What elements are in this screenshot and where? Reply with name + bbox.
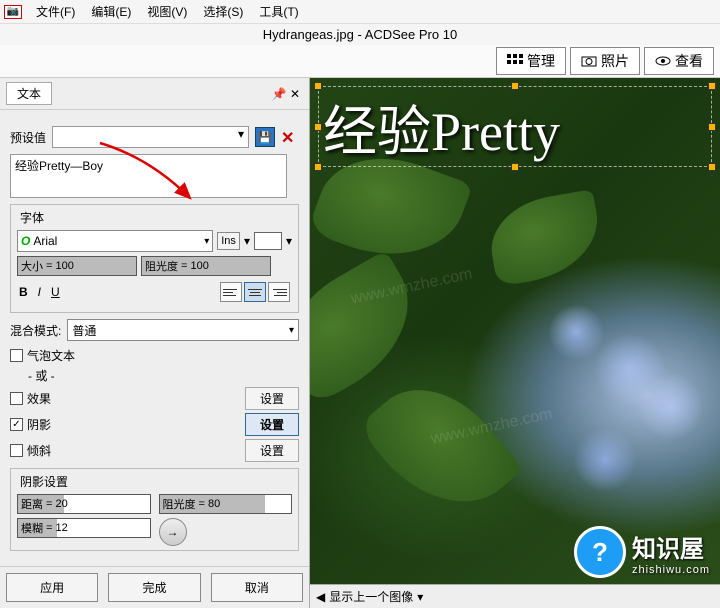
panel-tab-text[interactable]: 文本 <box>6 82 52 105</box>
or-label: - 或 - <box>28 367 55 384</box>
bubble-checkbox[interactable] <box>10 349 23 362</box>
manage-button[interactable]: 管理 <box>496 47 566 75</box>
zhishiwu-badge: ? 知识屋zhishiwu.com <box>574 526 710 578</box>
resize-handle[interactable] <box>314 163 322 171</box>
effect-settings-button[interactable]: 设置 <box>245 387 299 410</box>
align-center-button[interactable] <box>244 282 266 302</box>
skew-label: 倾斜 <box>27 442 51 459</box>
photo-button[interactable]: 照片 <box>570 47 640 75</box>
underline-button[interactable]: U <box>51 285 60 299</box>
preset-label: 预设值 <box>10 129 46 146</box>
panel-close-icon[interactable]: ✕ <box>287 86 303 102</box>
size-slider[interactable]: 大小 = 100 <box>17 256 137 276</box>
blend-mode-select[interactable]: 普通▾ <box>67 319 299 341</box>
blend-label: 混合模式: <box>10 322 61 339</box>
resize-handle[interactable] <box>511 163 519 171</box>
shadow-opacity-slider[interactable]: 阻光度 = 80 <box>159 494 293 514</box>
menu-select[interactable]: 选择(S) <box>195 1 251 22</box>
menu-file[interactable]: 文件(F) <box>28 1 83 22</box>
distance-slider[interactable]: 距离 = 20 <box>17 494 151 514</box>
canvas-foot-dropdown[interactable]: ▾ <box>417 590 423 604</box>
resize-handle[interactable] <box>314 123 322 131</box>
shadow-checkbox[interactable]: ✓ <box>10 418 23 431</box>
align-left-button[interactable] <box>220 282 242 302</box>
apply-button[interactable]: 应用 <box>6 573 98 602</box>
font-family-select[interactable]: OArial▾ <box>17 230 213 252</box>
effect-label: 效果 <box>27 390 51 407</box>
bubble-label: 气泡文本 <box>27 347 75 364</box>
preset-select[interactable] <box>52 126 249 148</box>
zhishiwu-icon: ? <box>574 526 626 578</box>
color-dropdown[interactable]: ▾ <box>286 234 292 248</box>
menu-view[interactable]: 视图(V) <box>139 1 195 22</box>
text-input[interactable]: 经验Pretty—Boy <box>10 154 287 198</box>
effect-checkbox[interactable] <box>10 392 23 405</box>
view-button[interactable]: 查看 <box>644 47 714 75</box>
skew-settings-button[interactable]: 设置 <box>245 439 299 462</box>
canvas-foot-label: 显示上一个图像 <box>329 588 413 605</box>
bold-button[interactable]: B <box>19 285 28 299</box>
resize-handle[interactable] <box>708 82 716 90</box>
font-group-label: 字体 <box>17 209 47 226</box>
text-overlay-box[interactable]: 经验Pretty <box>318 86 712 167</box>
shadow-group-label: 阴影设置 <box>17 473 71 490</box>
image-canvas[interactable]: 经验Pretty www.wmzhe.com www.wmzhe.com ? 知… <box>310 78 720 608</box>
shadow-label: 阴影 <box>27 416 51 433</box>
opacity-slider[interactable]: 阻光度 = 100 <box>141 256 271 276</box>
menu-edit[interactable]: 编辑(E) <box>83 1 139 22</box>
resize-handle[interactable] <box>708 163 716 171</box>
resize-handle[interactable] <box>511 82 519 90</box>
window-title: Hydrangeas.jpg - ACDSee Pro 10 <box>0 24 720 45</box>
insert-dropdown[interactable]: ▾ <box>244 234 250 248</box>
save-preset-icon[interactable]: 💾 <box>255 127 275 147</box>
text-color-swatch[interactable] <box>254 232 282 250</box>
app-icon: 📷 <box>4 5 22 19</box>
insert-button[interactable]: Ins <box>217 232 240 250</box>
prev-image-button[interactable]: ◀ <box>316 590 325 604</box>
cancel-button[interactable]: 取消 <box>211 573 303 602</box>
skew-checkbox[interactable] <box>10 444 23 457</box>
resize-handle[interactable] <box>314 82 322 90</box>
menu-tools[interactable]: 工具(T) <box>251 1 306 22</box>
overlay-text: 经验Pretty <box>323 87 707 166</box>
shadow-direction-dial[interactable]: → <box>159 518 187 546</box>
italic-button[interactable]: I <box>38 285 41 299</box>
blur-slider[interactable]: 模糊 = 12 <box>17 518 151 538</box>
shadow-settings-button[interactable]: 设置 <box>245 413 299 436</box>
delete-preset-icon[interactable]: ✕ <box>281 128 299 146</box>
done-button[interactable]: 完成 <box>108 573 200 602</box>
resize-handle[interactable] <box>708 123 716 131</box>
align-right-button[interactable] <box>268 282 290 302</box>
pin-icon[interactable]: 📌 <box>271 86 287 102</box>
